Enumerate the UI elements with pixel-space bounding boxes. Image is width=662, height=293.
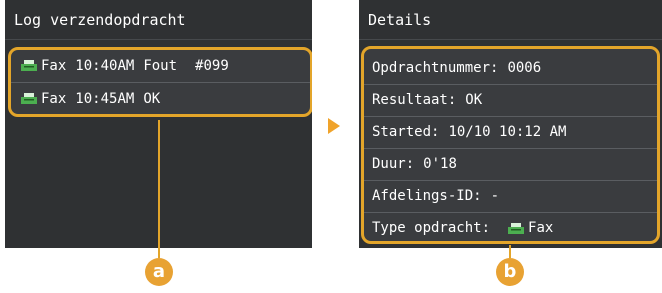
detail-label: Type opdracht: [372,220,491,236]
detail-label: Opdrachtnummer: [372,60,499,76]
detail-value: 0006 [507,60,542,76]
details-list: Opdrachtnummer: 0006 Resultaat: OK Start… [361,46,660,244]
callout-b-badge: b [496,258,524,286]
job-type: Fax [41,91,67,107]
fax-icon [21,93,37,104]
job-log-row[interactable]: Fax 10:45AM OK [11,83,310,115]
detail-value: OK [465,92,483,108]
detail-value: 10/10 10:12 AM [448,124,567,140]
job-log-list: Fax 10:40AM Fout #099 Fax 10:45AM OK [8,47,312,117]
detail-value: Fax [528,220,554,236]
detail-value: 0'18 [423,156,457,172]
job-time: 10:40AM [75,58,135,74]
detail-value: - [490,188,500,204]
job-status: Fout [143,58,178,74]
detail-row: Resultaat: OK [364,85,657,117]
detail-row: Started: 10/10 10:12 AM [364,117,657,149]
job-status: OK [143,91,161,107]
job-number: #099 [195,58,229,74]
detail-label: Started: [372,124,440,140]
job-time: 10:45AM [75,91,135,107]
detail-row: Opdrachtnummer: 0006 [364,53,657,85]
detail-label: Duur: [372,156,415,172]
job-type: Fax [41,58,67,74]
details-title: Details [359,0,662,40]
details-screen: Details Opdrachtnummer: 0006 Resultaat: … [359,0,662,248]
next-arrow-icon [328,118,340,134]
callout-a-line [158,120,160,258]
detail-row: Type opdracht: Fax [364,213,657,244]
detail-label: Afdelings-ID: [372,188,482,204]
detail-label: Resultaat: [372,92,457,108]
detail-row: Afdelings-ID: - [364,181,657,213]
callout-b-line [509,245,511,258]
fax-icon [508,222,525,234]
job-log-row[interactable]: Fax 10:40AM Fout #099 [11,50,310,83]
detail-row: Duur: 0'18 [364,149,657,181]
fax-icon [21,60,37,71]
job-log-title: Log verzendopdracht [5,0,312,40]
callout-a-badge: a [145,258,173,286]
